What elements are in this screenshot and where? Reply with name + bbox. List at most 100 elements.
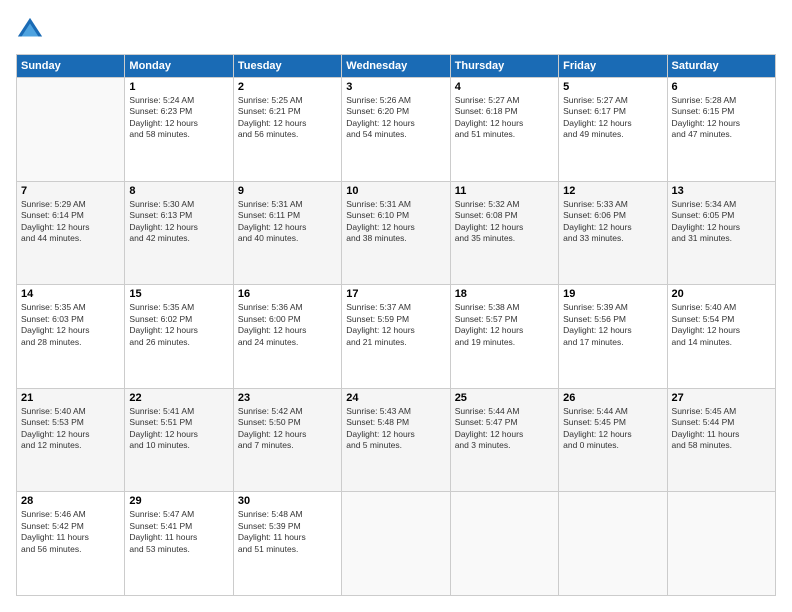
day-number: 26 [563, 392, 662, 404]
day-number: 29 [129, 495, 228, 507]
day-info: Sunrise: 5:43 AM Sunset: 5:48 PM Dayligh… [346, 406, 445, 452]
day-number: 23 [238, 392, 337, 404]
day-number: 22 [129, 392, 228, 404]
day-number: 5 [563, 81, 662, 93]
calendar-cell: 13 Sunrise: 5:34 AM Sunset: 6:05 PM Dayli… [667, 181, 775, 285]
day-info: Sunrise: 5:26 AM Sunset: 6:20 PM Dayligh… [346, 95, 445, 141]
day-info: Sunrise: 5:45 AM Sunset: 5:44 PM Dayligh… [672, 406, 771, 452]
day-info: Sunrise: 5:35 AM Sunset: 6:03 PM Dayligh… [21, 302, 120, 348]
calendar-cell: 14 Sunrise: 5:35 AM Sunset: 6:03 PM Dayli… [17, 285, 125, 389]
weekday-header-friday: Friday [559, 55, 667, 78]
day-number: 7 [21, 185, 120, 197]
day-number: 1 [129, 81, 228, 93]
day-info: Sunrise: 5:37 AM Sunset: 5:59 PM Dayligh… [346, 302, 445, 348]
day-info: Sunrise: 5:40 AM Sunset: 5:54 PM Dayligh… [672, 302, 771, 348]
calendar-cell: 2Sunrise: 5:25 AM Sunset: 6:21 PM Daylig… [233, 78, 341, 182]
logo [16, 16, 48, 44]
day-info: Sunrise: 5:41 AM Sunset: 5:51 PM Dayligh… [129, 406, 228, 452]
calendar-cell: 18Sunrise: 5:38 AM Sunset: 5:57 PM Dayli… [450, 285, 558, 389]
calendar-cell: 19 Sunrise: 5:39 AM Sunset: 5:56 PM Dayli… [559, 285, 667, 389]
day-info: Sunrise: 5:44 AM Sunset: 5:45 PM Dayligh… [563, 406, 662, 452]
day-number: 4 [455, 81, 554, 93]
day-info: Sunrise: 5:27 AM Sunset: 6:18 PM Dayligh… [455, 95, 554, 141]
day-info: Sunrise: 5:36 AM Sunset: 6:00 PM Dayligh… [238, 302, 337, 348]
day-info: Sunrise: 5:48 AM Sunset: 5:39 PM Dayligh… [238, 509, 337, 555]
calendar-cell: 6 Sunrise: 5:28 AM Sunset: 6:15 PM Daylig… [667, 78, 775, 182]
day-number: 8 [129, 185, 228, 197]
day-number: 14 [21, 288, 120, 300]
calendar-cell: 30 Sunrise: 5:48 AM Sunset: 5:39 PM Dayli… [233, 492, 341, 596]
calendar-cell: 23Sunrise: 5:42 AM Sunset: 5:50 PM Dayli… [233, 388, 341, 492]
day-number: 15 [129, 288, 228, 300]
calendar-cell: 5 Sunrise: 5:27 AM Sunset: 6:17 PM Daylig… [559, 78, 667, 182]
weekday-header-thursday: Thursday [450, 55, 558, 78]
day-info: Sunrise: 5:24 AM Sunset: 6:23 PM Dayligh… [129, 95, 228, 141]
calendar-cell [17, 78, 125, 182]
calendar-cell: 27 Sunrise: 5:45 AM Sunset: 5:44 PM Dayli… [667, 388, 775, 492]
day-number: 30 [238, 495, 337, 507]
calendar-cell [450, 492, 558, 596]
day-number: 10 [346, 185, 445, 197]
week-row-4: 21 Sunrise: 5:40 AM Sunset: 5:53 PM Dayli… [17, 388, 776, 492]
header [16, 16, 776, 44]
weekday-header-wednesday: Wednesday [342, 55, 450, 78]
calendar-cell: 15 Sunrise: 5:35 AM Sunset: 6:02 PM Dayli… [125, 285, 233, 389]
calendar-cell [559, 492, 667, 596]
day-info: Sunrise: 5:29 AM Sunset: 6:14 PM Dayligh… [21, 199, 120, 245]
weekday-header-sunday: Sunday [17, 55, 125, 78]
day-number: 27 [672, 392, 771, 404]
day-info: Sunrise: 5:32 AM Sunset: 6:08 PM Dayligh… [455, 199, 554, 245]
day-info: Sunrise: 5:33 AM Sunset: 6:06 PM Dayligh… [563, 199, 662, 245]
day-info: Sunrise: 5:35 AM Sunset: 6:02 PM Dayligh… [129, 302, 228, 348]
day-number: 24 [346, 392, 445, 404]
week-row-3: 14 Sunrise: 5:35 AM Sunset: 6:03 PM Dayli… [17, 285, 776, 389]
calendar-cell: 28Sunrise: 5:46 AM Sunset: 5:42 PM Dayli… [17, 492, 125, 596]
day-number: 12 [563, 185, 662, 197]
weekday-header-tuesday: Tuesday [233, 55, 341, 78]
logo-icon [16, 16, 44, 44]
calendar-cell [342, 492, 450, 596]
day-number: 16 [238, 288, 337, 300]
day-number: 21 [21, 392, 120, 404]
day-number: 3 [346, 81, 445, 93]
weekday-header-row: SundayMondayTuesdayWednesdayThursdayFrid… [17, 55, 776, 78]
day-number: 19 [563, 288, 662, 300]
day-info: Sunrise: 5:38 AM Sunset: 5:57 PM Dayligh… [455, 302, 554, 348]
day-info: Sunrise: 5:47 AM Sunset: 5:41 PM Dayligh… [129, 509, 228, 555]
day-number: 6 [672, 81, 771, 93]
calendar-cell: 29 Sunrise: 5:47 AM Sunset: 5:41 PM Dayli… [125, 492, 233, 596]
weekday-header-monday: Monday [125, 55, 233, 78]
week-row-5: 28Sunrise: 5:46 AM Sunset: 5:42 PM Dayli… [17, 492, 776, 596]
day-number: 28 [21, 495, 120, 507]
page: SundayMondayTuesdayWednesdayThursdayFrid… [0, 0, 792, 612]
week-row-2: 7 Sunrise: 5:29 AM Sunset: 6:14 PM Daylig… [17, 181, 776, 285]
day-info: Sunrise: 5:25 AM Sunset: 6:21 PM Dayligh… [238, 95, 337, 141]
calendar-cell: 12 Sunrise: 5:33 AM Sunset: 6:06 PM Dayli… [559, 181, 667, 285]
day-info: Sunrise: 5:39 AM Sunset: 5:56 PM Dayligh… [563, 302, 662, 348]
calendar-cell: 10 Sunrise: 5:31 AM Sunset: 6:10 PM Dayli… [342, 181, 450, 285]
calendar-cell: 8Sunrise: 5:30 AM Sunset: 6:13 PM Daylig… [125, 181, 233, 285]
day-info: Sunrise: 5:40 AM Sunset: 5:53 PM Dayligh… [21, 406, 120, 452]
day-number: 11 [455, 185, 554, 197]
day-number: 25 [455, 392, 554, 404]
calendar-cell: 25 Sunrise: 5:44 AM Sunset: 5:47 PM Dayli… [450, 388, 558, 492]
calendar-cell: 4 Sunrise: 5:27 AM Sunset: 6:18 PM Daylig… [450, 78, 558, 182]
day-info: Sunrise: 5:27 AM Sunset: 6:17 PM Dayligh… [563, 95, 662, 141]
calendar-cell: 11 Sunrise: 5:32 AM Sunset: 6:08 PM Dayli… [450, 181, 558, 285]
day-info: Sunrise: 5:44 AM Sunset: 5:47 PM Dayligh… [455, 406, 554, 452]
calendar-cell: 3 Sunrise: 5:26 AM Sunset: 6:20 PM Daylig… [342, 78, 450, 182]
day-info: Sunrise: 5:31 AM Sunset: 6:10 PM Dayligh… [346, 199, 445, 245]
calendar-cell [667, 492, 775, 596]
calendar-cell: 1 Sunrise: 5:24 AM Sunset: 6:23 PM Daylig… [125, 78, 233, 182]
day-info: Sunrise: 5:28 AM Sunset: 6:15 PM Dayligh… [672, 95, 771, 141]
calendar-cell: 22 Sunrise: 5:41 AM Sunset: 5:51 PM Dayli… [125, 388, 233, 492]
day-info: Sunrise: 5:34 AM Sunset: 6:05 PM Dayligh… [672, 199, 771, 245]
calendar-cell: 7 Sunrise: 5:29 AM Sunset: 6:14 PM Daylig… [17, 181, 125, 285]
day-number: 13 [672, 185, 771, 197]
weekday-header-saturday: Saturday [667, 55, 775, 78]
calendar-cell: 17Sunrise: 5:37 AM Sunset: 5:59 PM Dayli… [342, 285, 450, 389]
day-number: 9 [238, 185, 337, 197]
calendar-cell: 26 Sunrise: 5:44 AM Sunset: 5:45 PM Dayli… [559, 388, 667, 492]
calendar-cell: 16 Sunrise: 5:36 AM Sunset: 6:00 PM Dayli… [233, 285, 341, 389]
calendar-cell: 24 Sunrise: 5:43 AM Sunset: 5:48 PM Dayli… [342, 388, 450, 492]
